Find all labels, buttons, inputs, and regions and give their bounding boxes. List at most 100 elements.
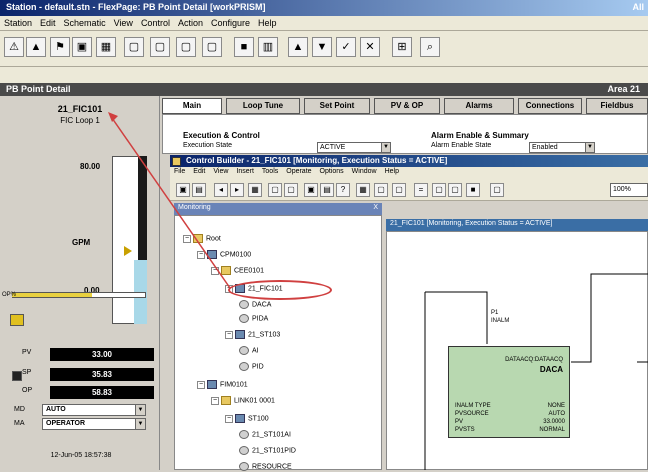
menu-item[interactable]: Action [178, 18, 203, 28]
chevron-down-icon[interactable]: ▼ [381, 143, 390, 152]
collapse-icon[interactable]: − [211, 266, 219, 275]
tree-item[interactable]: − ST100 [225, 414, 269, 424]
tree-item[interactable]: − LINK01 0001 [211, 396, 275, 406]
tab-connections[interactable]: Connections [518, 98, 582, 114]
trend-icon[interactable]: ▥ [258, 37, 278, 57]
collapse-icon[interactable]: − [197, 380, 205, 389]
collapse-icon[interactable]: − [197, 250, 205, 259]
menu-item[interactable]: Configure [211, 18, 250, 28]
cb-menu-item[interactable]: Window [352, 168, 377, 175]
chevron-down-icon[interactable]: ▼ [585, 143, 594, 152]
cb-tool-icon[interactable]: ▸ [230, 183, 244, 197]
event-icon[interactable]: ⚑ [50, 37, 70, 57]
report-icon[interactable]: ▣ [72, 37, 92, 57]
cb-menu-item[interactable]: Edit [193, 168, 205, 175]
sp-edit-icon[interactable] [12, 371, 22, 381]
page2-icon[interactable]: ▢ [150, 37, 170, 57]
cb-tool-icon[interactable]: ▢ [374, 183, 388, 197]
cb-menu-item[interactable]: Insert [236, 168, 254, 175]
tree-item[interactable]: 21_ST101PID [239, 446, 296, 456]
tree-item[interactable]: PIDA [239, 314, 268, 324]
up-icon[interactable]: ▲ [288, 37, 308, 57]
bell-icon[interactable]: ⚠ [4, 37, 24, 57]
cb-tool-icon[interactable]: ▤ [192, 183, 206, 197]
mode-attr-select[interactable]: OPERATOR ▼ [42, 418, 146, 430]
tree-item[interactable]: AI [239, 346, 259, 356]
tree-item[interactable]: PID [239, 362, 264, 372]
menu-item[interactable]: View [114, 18, 133, 28]
cb-tool-icon[interactable]: ▦ [248, 183, 262, 197]
collapse-icon[interactable]: − [211, 396, 219, 405]
x-icon[interactable]: ✕ [360, 37, 380, 57]
exec-state-select[interactable]: ACTIVE ▼ [317, 142, 391, 153]
tab-pv-op[interactable]: PV & OP [374, 98, 440, 114]
menu-item[interactable]: Schematic [64, 18, 106, 28]
pin-icon [239, 300, 249, 309]
cb-tool-icon[interactable]: ▣ [176, 183, 190, 197]
tree-item[interactable]: 21_ST101AI [239, 430, 291, 440]
cb-tool-icon[interactable]: ▢ [432, 183, 446, 197]
cb-tool-icon[interactable]: ▤ [320, 183, 334, 197]
cb-tool-icon[interactable]: ◂ [214, 183, 228, 197]
collapse-icon[interactable]: − [225, 330, 233, 339]
menu-item[interactable]: Control [141, 18, 170, 28]
alarm-icon[interactable] [10, 314, 24, 326]
cb-tool-icon[interactable]: ▢ [392, 183, 406, 197]
alarm-state-select[interactable]: Enabled ▼ [529, 142, 595, 153]
alarm-icon[interactable]: ▲ [26, 37, 46, 57]
cb-tool-icon[interactable]: = [414, 183, 428, 197]
cb-tool-icon[interactable]: ■ [466, 183, 480, 197]
cb-tool-icon[interactable]: ▢ [448, 183, 462, 197]
check-icon[interactable]: ✓ [336, 37, 356, 57]
tree-item[interactable]: − Root [183, 234, 221, 244]
tab-alarms[interactable]: Alarms [444, 98, 514, 114]
cb-tool-icon[interactable]: ? [336, 183, 350, 197]
tree-item[interactable]: − CEE0101 [211, 266, 264, 276]
cb-menu-item[interactable]: Tools [262, 168, 278, 175]
tab-main[interactable]: Main [162, 98, 222, 114]
menu-item[interactable]: Help [258, 18, 277, 28]
tag-icon[interactable]: ⊞ [392, 37, 412, 57]
tree-item[interactable]: DACA [239, 300, 271, 310]
display-icon[interactable]: ■ [234, 37, 254, 57]
wire-output [571, 273, 648, 363]
page3-icon[interactable]: ▢ [176, 37, 196, 57]
menu-item[interactable]: Edit [40, 18, 56, 28]
cb-menu-item[interactable]: Options [320, 168, 344, 175]
close-icon[interactable]: X [373, 204, 378, 211]
page4-icon[interactable]: ▢ [202, 37, 222, 57]
page1-icon[interactable]: ▢ [124, 37, 144, 57]
op-value[interactable]: 58.83 [50, 386, 154, 399]
cb-tool-icon[interactable]: ▣ [304, 183, 318, 197]
tab-fieldbus[interactable]: Fieldbus [586, 98, 648, 114]
mode-select[interactable]: AUTO ▼ [42, 404, 146, 416]
zoom-select[interactable]: 100% [610, 183, 648, 197]
menu-item[interactable]: Station [4, 18, 32, 28]
tab-set-point[interactable]: Set Point [304, 98, 370, 114]
cb-menu-item[interactable]: File [174, 168, 185, 175]
search-icon[interactable]: ⌕ [420, 37, 440, 57]
cb-menu-item[interactable]: Help [385, 168, 399, 175]
collapse-icon[interactable]: − [183, 234, 191, 243]
cb-tool-icon[interactable]: ▦ [356, 183, 370, 197]
cb-tool-icon[interactable]: ▢ [490, 183, 504, 197]
mode-attr-value: OPERATOR [46, 420, 86, 427]
cb-title-bar: Control Builder - 21_FIC101 [Monitoring,… [170, 155, 648, 167]
tree-item[interactable]: RESOURCE [239, 462, 292, 472]
tree-item[interactable]: − 21_ST103 [225, 330, 280, 340]
chevron-down-icon[interactable]: ▼ [135, 419, 145, 429]
cb-tool-icon[interactable]: ▢ [268, 183, 282, 197]
down-icon[interactable]: ▼ [312, 37, 332, 57]
doc-icon[interactable]: ▦ [96, 37, 116, 57]
chevron-down-icon[interactable]: ▼ [135, 405, 145, 415]
cb-tool-icon[interactable]: ▢ [284, 183, 298, 197]
setpoint-pointer[interactable] [124, 246, 132, 256]
tree-item[interactable]: − FIM0101 [197, 380, 248, 390]
cb-menu-item[interactable]: Operate [286, 168, 311, 175]
sp-value[interactable]: 35.83 [50, 368, 154, 381]
function-block-daca[interactable]: DATAACQ:DATAACQ DACA INALM TYPE NONE PVSOU… [448, 346, 570, 438]
collapse-icon[interactable]: − [225, 414, 233, 423]
cb-menu-item[interactable]: View [213, 168, 228, 175]
tree-item[interactable]: − CPM0100 [197, 250, 251, 260]
tab-loop-tune[interactable]: Loop Tune [226, 98, 300, 114]
